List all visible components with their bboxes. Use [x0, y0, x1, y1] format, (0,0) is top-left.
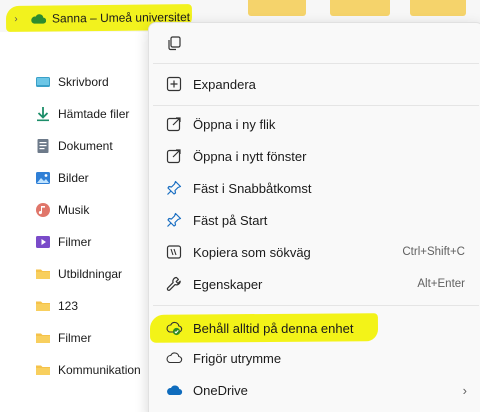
menu-item-pin-start[interactable]: Fäst på Start	[153, 205, 479, 235]
nav-item-utbildningar[interactable]: Utbildningar	[0, 260, 150, 288]
menu-item-label: Egenskaper	[193, 276, 263, 292]
nav-item-filmer-folder[interactable]: Filmer	[0, 324, 150, 352]
nav-item-123[interactable]: 123	[0, 292, 150, 320]
menu-item-label: Frigör utrymme	[193, 350, 282, 366]
cloud-outline-icon	[165, 349, 183, 367]
chevron-right-icon: ›	[462, 382, 467, 398]
menu-item-always-keep[interactable]: Behåll alltid på denna enhet	[153, 313, 479, 343]
folder-icon	[35, 362, 51, 378]
menu-item-open-new-window[interactable]: Öppna i nytt fönster	[153, 141, 479, 171]
nav-item-hamtade-filer[interactable]: Hämtade filer	[0, 100, 150, 128]
wrench-icon	[165, 275, 183, 293]
folder-icon	[35, 330, 51, 346]
nav-item-musik[interactable]: Musik	[0, 196, 150, 224]
nav-item-label: Filmer	[58, 331, 92, 345]
folder-thumbnail[interactable]	[248, 0, 306, 16]
menu-separator	[153, 105, 479, 106]
menu-item-pin-quick-access[interactable]: Fäst i Snabbåtkomst	[153, 173, 479, 203]
folder-icon	[35, 266, 51, 282]
menu-item-label: Expandera	[193, 76, 256, 92]
copy-path-icon	[165, 243, 183, 261]
menu-item-label: Öppna i ny flik	[193, 116, 276, 132]
pin-start-icon	[165, 211, 183, 229]
onedrive-cloud-icon	[31, 14, 47, 24]
copy-icon	[168, 36, 181, 51]
desktop-icon	[35, 74, 51, 90]
nav-item-label: Kommunikation	[58, 363, 141, 377]
nav-item-label: Hämtade filer	[58, 107, 130, 121]
menu-item-label: Behåll alltid på denna enhet	[193, 320, 354, 336]
nav-item-label: Musik	[58, 203, 90, 217]
videos-icon	[35, 234, 51, 250]
open-new-window-icon	[165, 147, 183, 165]
menu-item-copy-path[interactable]: Kopiera som sökväg Ctrl+Shift+C	[153, 237, 479, 267]
nav-item-filmer[interactable]: Filmer	[0, 228, 150, 256]
nav-item-bilder[interactable]: Bilder	[0, 164, 150, 192]
pin-icon	[165, 179, 183, 197]
menu-separator	[153, 63, 479, 64]
menu-item-free-up-space[interactable]: Frigör utrymme	[153, 343, 479, 373]
menu-item-onedrive[interactable]: OneDrive ›	[153, 375, 479, 405]
menu-item-label: Fäst i Snabbåtkomst	[193, 180, 312, 196]
pictures-icon	[35, 170, 51, 186]
download-icon	[35, 106, 51, 122]
nav-item-label: Filmer	[58, 235, 92, 249]
nav-item-kommunikation[interactable]: Kommunikation	[0, 356, 150, 384]
document-icon	[35, 138, 51, 154]
folder-thumbnail[interactable]	[330, 0, 390, 16]
copy-button[interactable]	[161, 31, 187, 55]
menu-item-expandera[interactable]: Expandera	[153, 69, 479, 99]
menu-item-properties[interactable]: Egenskaper Alt+Enter	[153, 269, 479, 299]
menu-item-label: Öppna i nytt fönster	[193, 148, 307, 164]
menu-item-shortcut: Alt+Enter	[417, 278, 465, 290]
menu-item-label: OneDrive	[193, 382, 248, 398]
nav-item-skrivbord[interactable]: Skrivbord	[0, 68, 150, 96]
menu-item-open-new-tab[interactable]: Öppna i ny flik	[153, 109, 479, 139]
menu-item-label: Fäst på Start	[193, 212, 268, 228]
nav-item-label: Dokument	[58, 139, 113, 153]
nav-item-label: Bilder	[58, 171, 89, 185]
nav-item-label: Utbildningar	[58, 267, 123, 281]
folder-thumbnail[interactable]	[410, 0, 466, 16]
nav-item-label: 123	[58, 299, 79, 313]
onedrive-icon	[165, 381, 183, 399]
nav-item-label: Skrivbord	[58, 75, 109, 89]
chevron-right-icon[interactable]: ›	[10, 13, 22, 24]
music-icon	[35, 202, 51, 218]
cloud-check-icon	[165, 319, 183, 337]
menu-separator	[153, 305, 479, 306]
open-new-tab-icon	[165, 115, 183, 133]
folder-icon	[35, 298, 51, 314]
menu-item-shortcut: Ctrl+Shift+C	[402, 246, 465, 258]
nav-item-dokument[interactable]: Dokument	[0, 132, 150, 160]
menu-item-label: Kopiera som sökväg	[193, 244, 311, 260]
expand-icon	[165, 75, 183, 93]
